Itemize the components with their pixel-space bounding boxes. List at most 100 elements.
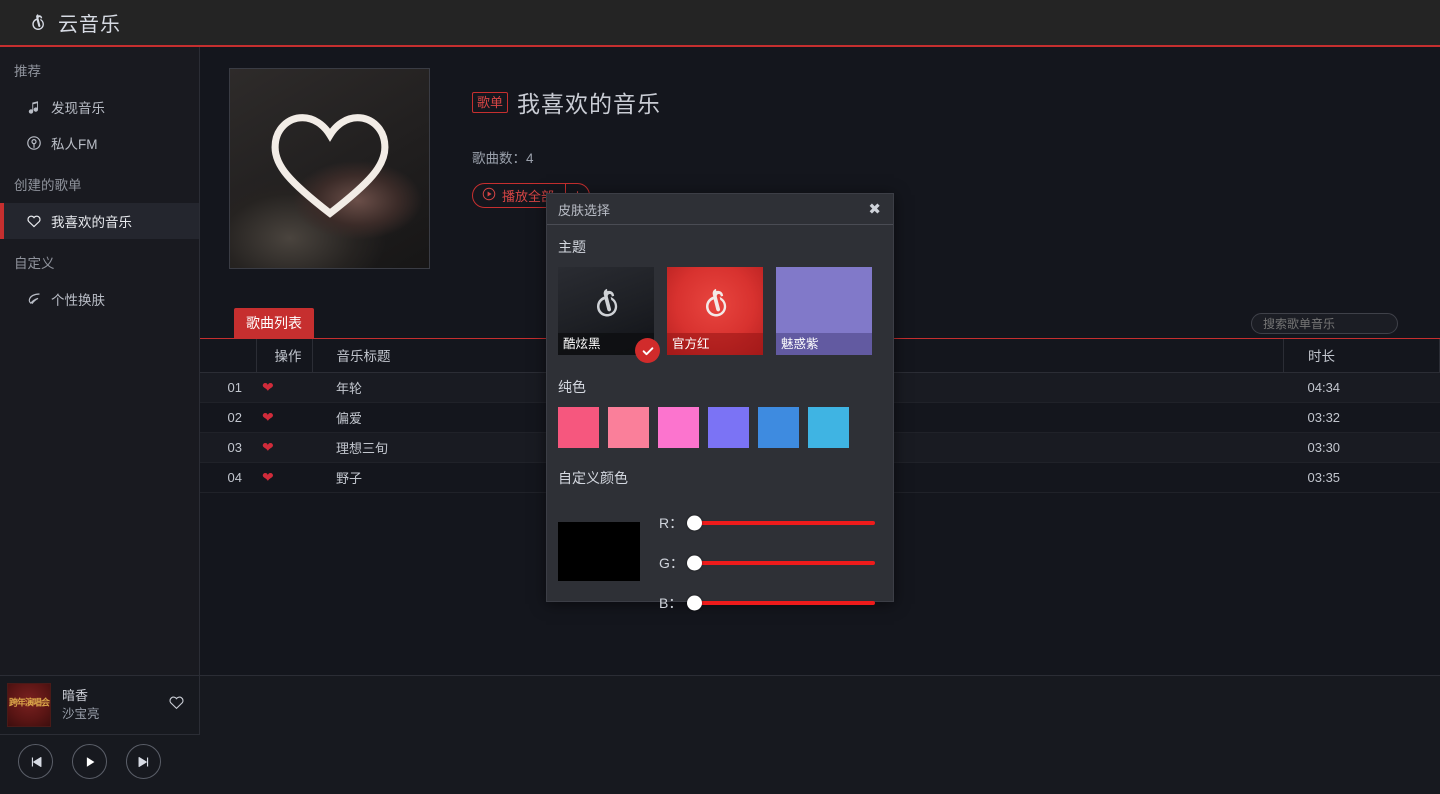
play-icon[interactable] [72,744,107,779]
music-note-icon [26,99,42,115]
heart-filled-icon: ❤ [262,408,274,425]
row-index: 04 [200,462,256,493]
sidebar-group-created: 创建的歌单 我喜欢的音乐 [0,161,199,239]
netease-music-icon [586,283,626,328]
tab-songlist[interactable]: 歌曲列表 [234,308,314,338]
play-circle-icon [482,187,496,204]
sidebar: 推荐 发现音乐 私人FM 创建的歌单 我喜欢的音乐 自定义 个性换肤 [0,47,200,675]
theme-option-purple[interactable]: 魅惑紫 [776,267,872,355]
sidebar-item-discover[interactable]: 发现音乐 [0,89,199,125]
netease-music-icon [26,11,49,34]
playlist-tag: 歌单 [472,91,509,113]
color-preview [558,522,640,581]
theme-options: 酷炫黑 官方红 魅惑紫 [557,267,883,363]
playlist-title-row: 歌单 我喜欢的音乐 [472,85,661,119]
theme-section-title: 主题 [558,239,586,255]
row-like-button[interactable]: ❤ [256,402,312,433]
theme-selected-check-icon [635,338,660,363]
sidebar-item-personal-fm[interactable]: 私人FM [0,125,199,161]
app-root: 云音乐 推荐 发现音乐 私人FM 创建的歌单 我喜欢的音乐 自定义 个性换肤 歌… [0,0,1440,794]
slider-knob[interactable] [687,595,702,611]
skip-next-icon[interactable] [126,744,161,779]
app-logo-text: 云音乐 [58,14,121,36]
slider-knob[interactable] [687,555,702,571]
app-header: 云音乐 [0,0,1440,47]
color-swatch[interactable] [558,407,599,448]
sidebar-item-label: 私人FM [51,137,98,152]
sidebar-item-label: 个性换肤 [51,293,105,308]
column-index [200,339,257,373]
row-index: 03 [200,432,256,463]
sidebar-item-skin[interactable]: 个性换肤 [0,281,199,317]
sidebar-group-title: 创建的歌单 [14,178,82,193]
now-playing-artist: 沙宝亮 [62,707,100,722]
heart-outline-icon [26,213,42,229]
color-swatch[interactable] [808,407,849,448]
heart-filled-icon: ❤ [262,468,274,485]
radio-icon [26,135,42,151]
dialog-title: 皮肤选择 [558,202,611,218]
blue-slider[interactable] [687,595,875,611]
green-slider[interactable] [687,555,875,571]
color-swatch[interactable] [758,407,799,448]
custom-color-area: R： G： B： [557,498,883,623]
color-swatch[interactable] [708,407,749,448]
playlist-cover [229,68,430,269]
row-duration: 04:34 [1283,372,1440,403]
heart-outline-large [269,108,391,225]
slider-knob[interactable] [687,515,702,531]
red-slider[interactable] [687,515,875,531]
netease-music-icon [695,283,735,328]
dialog-body: 主题 酷炫黑 官方红 魅惑紫 纯色 自定义颜色 R： G： B： [547,225,893,623]
skin-selection-dialog: 皮肤选择 ✖ 主题 酷炫黑 官方红 魅惑紫 纯色 自定义颜色 R： G： B： [546,193,894,611]
color-swatch[interactable] [658,407,699,448]
player-controls [18,744,161,779]
color-swatch[interactable] [608,407,649,448]
heart-filled-icon: ❤ [262,378,274,395]
sidebar-item-my-favorite-music[interactable]: 我喜欢的音乐 [0,203,199,239]
album-cover: 跨年演唱会 [7,683,51,727]
theme-option-red[interactable]: 官方红 [667,267,763,355]
search-input[interactable] [1251,313,1398,334]
now-playing: 跨年演唱会 暗香 沙宝亮 [0,676,200,735]
theme-option-black[interactable]: 酷炫黑 [558,267,660,363]
dialog-header: 皮肤选择 ✖ [547,194,893,225]
slider-label-b: B： [659,595,683,611]
solid-section-title: 纯色 [558,379,586,395]
slider-row-b: B： [659,583,875,623]
now-playing-title: 暗香 [62,687,89,703]
row-duration: 03:32 [1283,402,1440,433]
app-logo[interactable]: 云音乐 [26,8,121,37]
leaf-icon [26,291,42,307]
close-icon[interactable]: ✖ [868,202,881,217]
sidebar-group-custom: 自定义 个性换肤 [0,239,199,317]
sidebar-item-label: 我喜欢的音乐 [51,215,132,230]
sidebar-group-recommend: 推荐 发现音乐 私人FM [0,47,199,161]
slider-row-g: G： [659,543,875,583]
now-playing-text: 暗香 沙宝亮 [62,687,100,724]
heart-filled-icon: ❤ [262,438,274,455]
row-like-button[interactable]: ❤ [256,462,312,493]
custom-section-title: 自定义颜色 [558,470,628,486]
rgb-sliders: R： G： B： [659,498,875,623]
sidebar-group-title: 推荐 [14,64,41,79]
skip-previous-icon[interactable] [18,744,53,779]
player-bar: 跨年演唱会 暗香 沙宝亮 00:01 04: [0,675,1440,794]
slider-label-g: G： [659,555,684,571]
column-operation: 操作 [256,339,313,373]
solid-color-swatches [557,407,883,448]
row-index: 01 [200,372,256,403]
slider-row-r: R： [659,503,875,543]
row-duration: 03:35 [1283,462,1440,493]
sidebar-group-title: 自定义 [14,256,55,271]
album-cover-text: 跨年演唱会 [8,697,50,708]
theme-label: 官方红 [667,333,763,355]
row-index: 02 [200,402,256,433]
theme-label: 魅惑紫 [776,333,872,355]
heart-outline-icon[interactable] [168,694,185,716]
row-duration: 03:30 [1283,432,1440,463]
sidebar-item-label: 发现音乐 [51,101,105,116]
row-like-button[interactable]: ❤ [256,372,312,403]
row-like-button[interactable]: ❤ [256,432,312,463]
page-title: 我喜欢的音乐 [517,91,662,117]
